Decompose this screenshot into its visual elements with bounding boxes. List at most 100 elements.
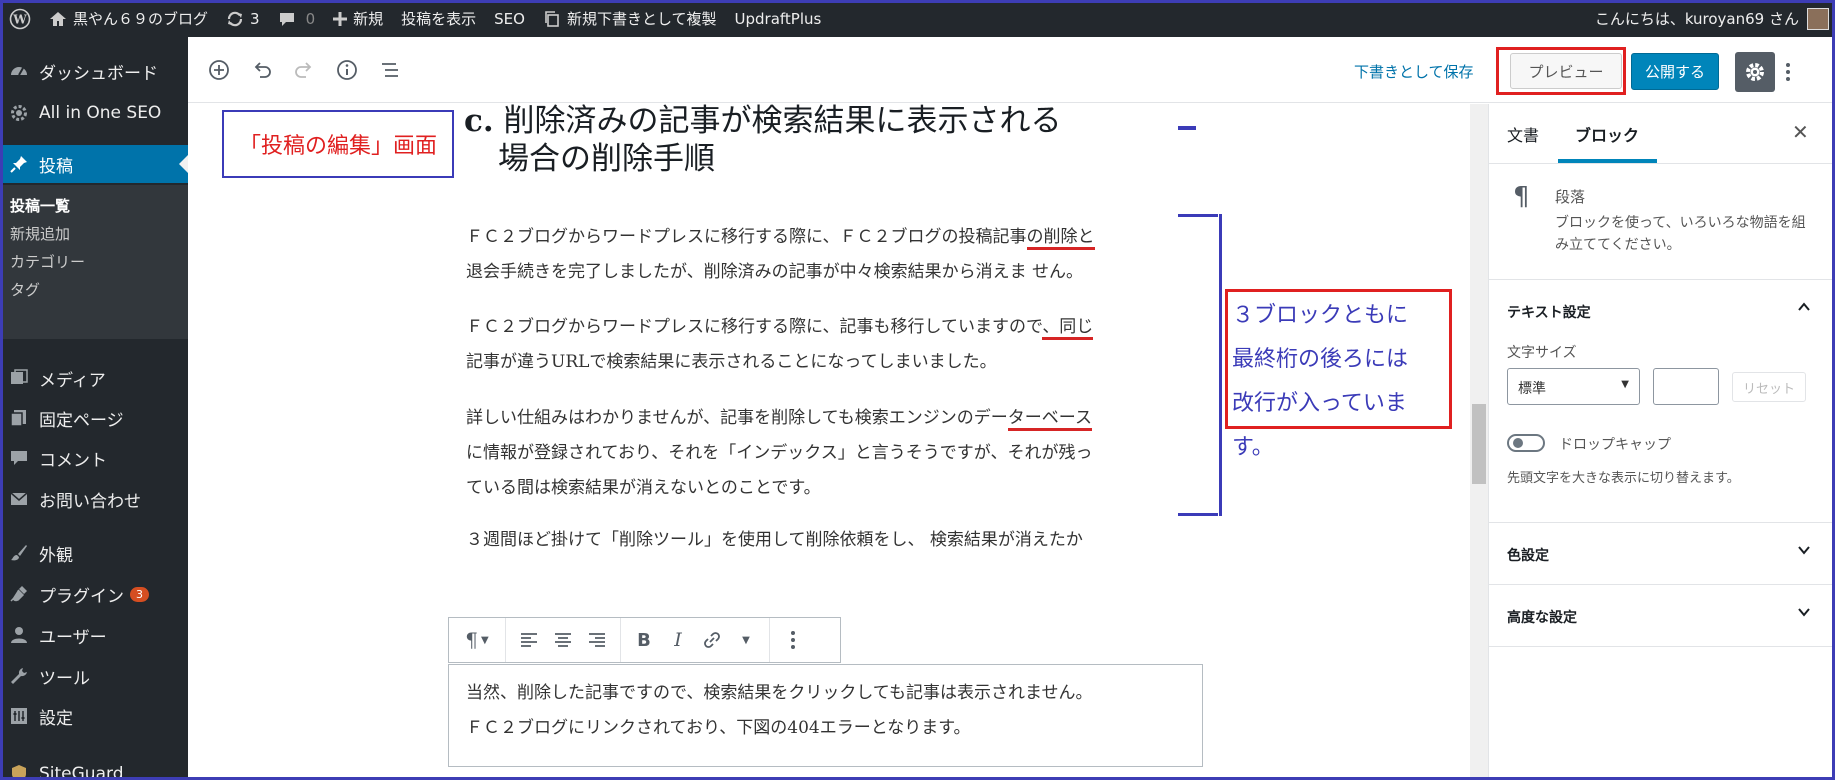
new-content-link[interactable]: 新規 — [324, 0, 392, 37]
submenu-all-posts[interactable]: 投稿一覧 — [10, 195, 70, 216]
chevron-down-icon[interactable] — [1797, 543, 1811, 561]
sidebar-item-posts[interactable]: 投稿 — [0, 145, 188, 183]
block-card: ¶ 段落 ブロックを使って、いろいろな物語を組み立ててください。 — [1489, 164, 1833, 280]
chevron-up-icon[interactable] — [1797, 300, 1811, 318]
more-options-icon[interactable] — [1778, 52, 1798, 92]
sidebar-item-plugins[interactable]: プラグイン 3 — [0, 575, 188, 613]
submenu-tags[interactable]: タグ — [10, 279, 40, 300]
heading-block[interactable]: c. 削除済みの記事が検索結果に表示される 場合の削除手順 — [464, 102, 1062, 178]
sidebar-item-contact[interactable]: お問い合わせ — [0, 480, 188, 518]
sidebar-item-all-in-one-seo[interactable]: All in One SEO — [0, 94, 188, 132]
chevron-down-icon[interactable] — [1797, 605, 1811, 623]
custom-font-size-input[interactable] — [1653, 368, 1719, 405]
updates-count: 3 — [250, 9, 260, 28]
submenu-categories[interactable]: カテゴリー — [10, 251, 85, 272]
tab-block[interactable]: ブロック — [1575, 122, 1639, 146]
divider — [1489, 584, 1833, 585]
redo-icon[interactable] — [289, 55, 319, 85]
block-navigation-icon[interactable] — [375, 55, 405, 85]
sidebar-item-dashboard[interactable]: ダッシュボード — [0, 52, 188, 90]
line-break-note-annotation: ３ブロックともに 最終桁の後ろには 改行が入っています。 — [1225, 289, 1452, 460]
drop-cap-label: ドロップキャップ — [1559, 437, 1671, 453]
dashboard-icon — [8, 60, 30, 82]
sidebar-item-siteguard[interactable]: SiteGuard — [0, 755, 188, 780]
site-name-link[interactable]: 黒やん６９のブログ — [40, 0, 217, 37]
divider — [1489, 646, 1833, 647]
sidebar-label: お問い合わせ — [39, 491, 141, 512]
heading-line-2: 場合の削除手順 — [498, 141, 715, 177]
publish-button[interactable]: 公開する — [1631, 53, 1719, 90]
align-center-icon[interactable] — [546, 623, 580, 657]
text-run: ＦＣ２ブログからワードプレスに移行する際に、ＦＣ２ブログの投稿記事 — [466, 227, 1027, 247]
paragraph-block-4[interactable]: ３週間ほど掛けて「削除ツール」を使用して削除依頼をし、 検索結果が消えたか — [466, 523, 1106, 558]
text-settings-header[interactable]: テキスト設定 — [1507, 302, 1591, 322]
paragraph-icon[interactable]: ¶ ▼ — [455, 623, 499, 657]
sidebar-item-comments[interactable]: コメント — [0, 439, 188, 477]
advanced-settings-header[interactable]: 高度な設定 — [1507, 607, 1577, 627]
scrollbar-thumb[interactable] — [1472, 404, 1486, 484]
italic-icon[interactable]: I — [661, 623, 695, 657]
account-menu[interactable]: こんにちは、kuroyan69 さん — [1595, 7, 1835, 30]
annotation-bracket — [1178, 214, 1222, 516]
drop-cap-toggle[interactable] — [1507, 434, 1545, 452]
reset-button[interactable]: リセット — [1732, 372, 1806, 402]
comments-link[interactable]: 0 — [269, 0, 325, 37]
more-formats-chevron-icon[interactable]: ▼ — [729, 623, 763, 657]
shield-icon — [8, 763, 30, 780]
bold-icon[interactable]: B — [627, 623, 661, 657]
sidebar-item-media[interactable]: メディア — [0, 359, 188, 397]
heading-line-1: 削除済みの記事が検索結果に表示される — [503, 103, 1062, 139]
pin-icon — [8, 153, 30, 175]
submenu-add-new[interactable]: 新規追加 — [10, 223, 70, 244]
text-run: に情報が登録されており、それを「インデックス」と言うそうですが、それが残っ — [466, 443, 1093, 463]
media-icon — [8, 367, 30, 389]
text-run: 詳しい仕組みはわかりませんが、記事を削除しても検索エンジンのデー — [466, 408, 1008, 428]
comments-count: 0 — [305, 9, 316, 28]
sidebar-item-tools[interactable]: ツール — [0, 657, 188, 695]
paragraph-block-2[interactable]: ＦＣ２ブログからワードプレスに移行する際に、記事も移行していますので、同じ 記事… — [466, 310, 1106, 380]
content-scrollbar[interactable] — [1470, 104, 1488, 780]
user-icon — [8, 624, 30, 646]
tab-document[interactable]: 文書 — [1507, 122, 1539, 146]
info-icon[interactable] — [332, 55, 362, 85]
sidebar-label: ダッシュボード — [39, 63, 158, 84]
updraftplus-link[interactable]: UpdraftPlus — [726, 0, 831, 37]
select-arrow-icon: ▼ — [1621, 379, 1629, 390]
sidebar-label: All in One SEO — [39, 103, 162, 123]
view-post-link[interactable]: 投稿を表示 — [392, 0, 485, 37]
heading-label: c. — [464, 103, 494, 139]
align-left-icon[interactable] — [512, 623, 546, 657]
settings-gear-icon[interactable] — [1735, 52, 1775, 92]
seo-link[interactable]: SEO — [485, 0, 534, 37]
undo-icon[interactable] — [247, 55, 277, 85]
posts-submenu: 投稿一覧 新規追加 カテゴリー タグ — [0, 185, 188, 339]
editor-header: 下書きとして保存 プレビュー 公開する — [188, 37, 1832, 103]
paragraph-block-3[interactable]: 詳しい仕組みはわかりませんが、記事を削除しても検索エンジンのデーターベース に情… — [466, 401, 1106, 506]
paragraph-block-1[interactable]: ＦＣ２ブログからワードプレスに移行する際に、ＦＣ２ブログの投稿記事の削除と 退会… — [466, 220, 1106, 290]
wordpress-logo-icon[interactable]: W — [0, 0, 40, 37]
copy-icon — [543, 10, 561, 28]
color-settings-header[interactable]: 色設定 — [1507, 545, 1549, 565]
sidebar-item-settings[interactable]: 設定 — [0, 697, 188, 735]
sidebar-item-appearance[interactable]: 外観 — [0, 534, 188, 572]
view-post-label: 投稿を表示 — [401, 10, 477, 28]
link-icon[interactable] — [695, 623, 729, 657]
sidebar-label: SiteGuard — [39, 764, 124, 780]
align-right-icon[interactable] — [580, 623, 614, 657]
close-icon[interactable]: ✕ — [1792, 120, 1809, 144]
sidebar-item-pages[interactable]: 固定ページ — [0, 399, 188, 437]
font-size-select[interactable]: 標準 ▼ — [1507, 368, 1640, 405]
updates-link[interactable]: 3 — [217, 0, 269, 37]
avatar — [1807, 7, 1829, 30]
paragraph-block-5[interactable]: 当然、削除した記事ですので、検索結果をクリックしても記事は表示されません。 ＦＣ… — [466, 676, 1106, 746]
duplicate-draft-link[interactable]: 新規下書きとして複製 — [534, 0, 726, 37]
new-label: 新規 — [353, 10, 384, 28]
block-options-group — [770, 618, 816, 662]
sidebar-item-users[interactable]: ユーザー — [0, 616, 188, 654]
sidebar-label: 固定ページ — [39, 410, 124, 431]
block-more-options-icon[interactable] — [776, 623, 810, 657]
text-run: 当然、削除した記事ですので、検索結果をクリックしても記事は表示されません。 — [466, 683, 1093, 703]
save-draft-button[interactable]: 下書きとして保存 — [1354, 61, 1474, 82]
svg-text:W: W — [12, 12, 27, 26]
add-block-icon[interactable] — [204, 55, 234, 85]
